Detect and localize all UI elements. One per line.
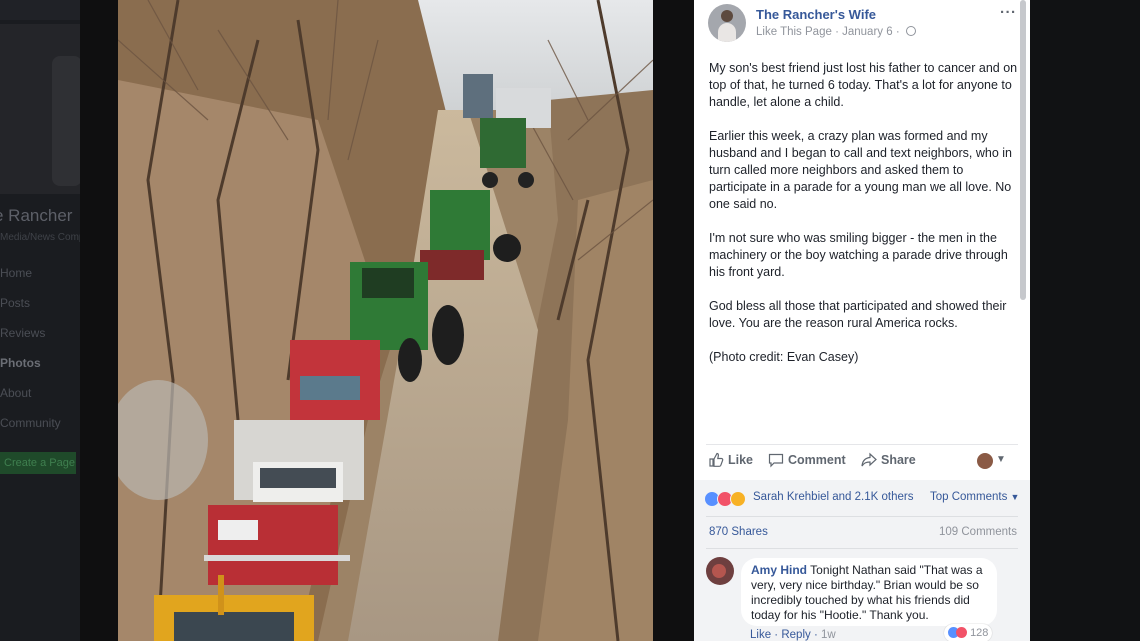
more-options-icon[interactable]: ··· [1000,4,1017,21]
page-name-link[interactable]: The Rancher's Wife [756,7,876,22]
background-profile-picture [52,56,80,186]
chevron-down-icon[interactable]: ▼ [996,454,1006,465]
post-paragraph: Earlier this week, a crazy plan was form… [709,129,1012,211]
background-page: e Rancher Media/News Company Home Posts … [0,0,80,641]
background-topbar [0,0,80,20]
caret-down-icon: ▼ [1010,492,1020,502]
top-comments-dropdown[interactable]: Top Comments ▼ [930,491,1019,503]
background-page-category: Media/News Company [0,232,80,243]
comment-bubble: Amy Hind Tonight Nathan said "That was a… [741,558,997,626]
viewer-avatar[interactable] [977,453,993,469]
post-paragraph: My son's best friend just lost his fathe… [709,61,1018,109]
comment-like-link[interactable]: Like [750,629,771,641]
background-nav-item: Reviews [0,326,46,340]
post-card: The Rancher's Wife Like This Page · Janu… [694,0,1030,641]
divider [706,516,1018,517]
background-nav: Home Posts Reviews Photos About Communit… [0,262,80,442]
like-page-link[interactable]: Like This Page [756,26,832,38]
haha-reaction-icon [730,491,746,507]
post-photo[interactable] [118,0,653,641]
background-right-rail [1030,0,1140,641]
screen: e Rancher Media/News Company Home Posts … [0,0,1140,641]
divider [706,444,1018,445]
background-nav-item: Photos [0,356,41,370]
comment-reaction-number: 128 [970,627,989,639]
background-nav-item: Community [0,416,61,430]
post-date[interactable]: January 6 [842,26,893,38]
comment-actions: Like · Reply · 1w [750,629,836,641]
post-body: My son's best friend just lost his fathe… [709,60,1021,383]
background-nav-item: Posts [0,296,31,310]
comment-label: Comment [788,453,846,467]
comment-author-link[interactable]: Amy Hind [751,563,807,577]
comment-time[interactable]: 1w [821,629,836,641]
like-label: Like [728,453,754,467]
background-page-name: e Rancher [0,206,73,225]
commenter-avatar[interactable] [706,557,734,585]
post-meta: Like This Page · January 6 · [756,26,916,38]
scrollbar[interactable] [1020,0,1026,300]
page-avatar[interactable] [708,4,746,42]
reactions-summary-link[interactable]: Sarah Krehbiel and 2.1K others [753,491,913,503]
like-button[interactable]: Like [708,452,753,472]
post-paragraph: (Photo credit: Evan Casey) [709,350,859,364]
background-create-page-button: Create a Page [0,452,76,474]
comment-button[interactable]: Comment [768,452,846,472]
comment-reaction-count[interactable]: 128 [944,624,993,641]
tractor-parade-image [118,0,653,641]
reaction-icons[interactable] [704,491,748,507]
share-arrow-icon [861,452,877,467]
love-reaction-icon [956,627,967,638]
top-comments-label: Top Comments [930,491,1008,503]
background-nav-item: Home [0,266,33,280]
thumbs-up-icon [709,452,724,467]
post-paragraph: God bless all those that participated an… [709,299,1007,330]
divider [706,548,1018,549]
share-label: Share [881,453,916,467]
comments-count-link[interactable]: 109 Comments [939,526,1017,538]
share-button[interactable]: Share [861,452,916,472]
shares-count-link[interactable]: 870 Shares [709,526,768,538]
comment-reply-link[interactable]: Reply [781,629,810,641]
post-paragraph: I'm not sure who was smiling bigger - th… [709,231,1008,279]
background-nav-item: About [0,386,32,400]
comment-bubble-icon [768,453,784,468]
globe-icon [905,26,916,36]
